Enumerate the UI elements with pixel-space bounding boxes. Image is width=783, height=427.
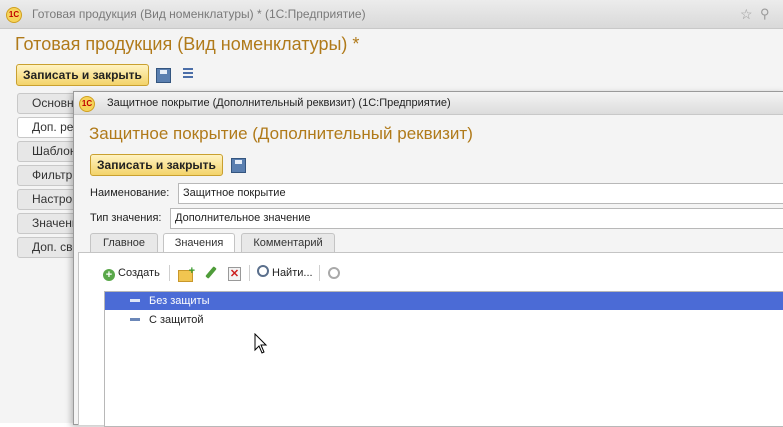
main-window-titlebar[interactable]: 1С Готовая продукция (Вид номенклатуры) … [0, 0, 783, 29]
type-field[interactable]: Дополнительное значение [170, 208, 783, 229]
name-label: Наименование: [90, 187, 170, 199]
tab-values[interactable]: Значения [163, 233, 235, 254]
item-icon [130, 318, 140, 321]
page-title: Готовая продукция (Вид номенклатуры) * [15, 34, 360, 54]
link-icon[interactable]: ⚲ [760, 6, 770, 22]
delete-icon[interactable]: ✕ [228, 267, 241, 281]
save-and-close-button[interactable]: Записать и закрыть [90, 154, 223, 176]
item-icon [130, 299, 140, 302]
name-field[interactable]: Защитное покрытие [178, 183, 783, 204]
create-button[interactable]: + Создать [103, 265, 160, 281]
values-panel: +Создать ✕ Найти... Без защиты С защитой [78, 252, 783, 427]
property-window: 1С Защитное покрытие (Дополнительный рек… [73, 91, 783, 427]
save-icon[interactable] [231, 158, 246, 173]
toolbar-separator [319, 265, 320, 281]
values-list: Без защиты С защитой [104, 291, 783, 427]
save-icon[interactable] [156, 68, 171, 83]
tab-comment[interactable]: Комментарий [241, 233, 335, 253]
create-label: Создать [118, 267, 160, 279]
type-label: Тип значения: [90, 212, 162, 224]
edit-icon[interactable] [205, 266, 217, 279]
item-label: С защитой [149, 314, 204, 326]
1c-logo-icon: 1С [6, 7, 22, 23]
cancel-search-icon[interactable] [328, 267, 340, 279]
save-and-close-button[interactable]: Записать и закрыть [16, 64, 149, 86]
favorite-icon[interactable]: ☆ [740, 6, 753, 23]
values-toolbar: +Создать ✕ Найти... [79, 253, 783, 289]
plus-icon: + [103, 269, 115, 281]
find-button[interactable]: Найти... [257, 265, 313, 281]
find-label: Найти... [272, 267, 313, 279]
1c-logo-icon: 1С [79, 96, 95, 112]
search-icon [257, 265, 269, 277]
list-item[interactable]: Без защиты [105, 292, 783, 310]
item-label: Без защиты [149, 295, 210, 307]
list-icon[interactable] [183, 68, 193, 82]
list-item[interactable]: С защитой [105, 311, 783, 329]
main-window-title: Готовая продукция (Вид номенклатуры) * (… [32, 7, 366, 21]
property-window-title: Защитное покрытие (Дополнительный реквиз… [107, 97, 451, 109]
tab-main[interactable]: Главное [90, 233, 158, 253]
mouse-cursor-icon [254, 333, 268, 354]
toolbar-separator [249, 265, 250, 281]
property-title: Защитное покрытие (Дополнительный реквиз… [89, 124, 473, 143]
toolbar-separator [169, 265, 170, 281]
property-window-titlebar[interactable]: 1С Защитное покрытие (Дополнительный рек… [74, 92, 783, 115]
add-group-icon[interactable] [178, 265, 195, 282]
